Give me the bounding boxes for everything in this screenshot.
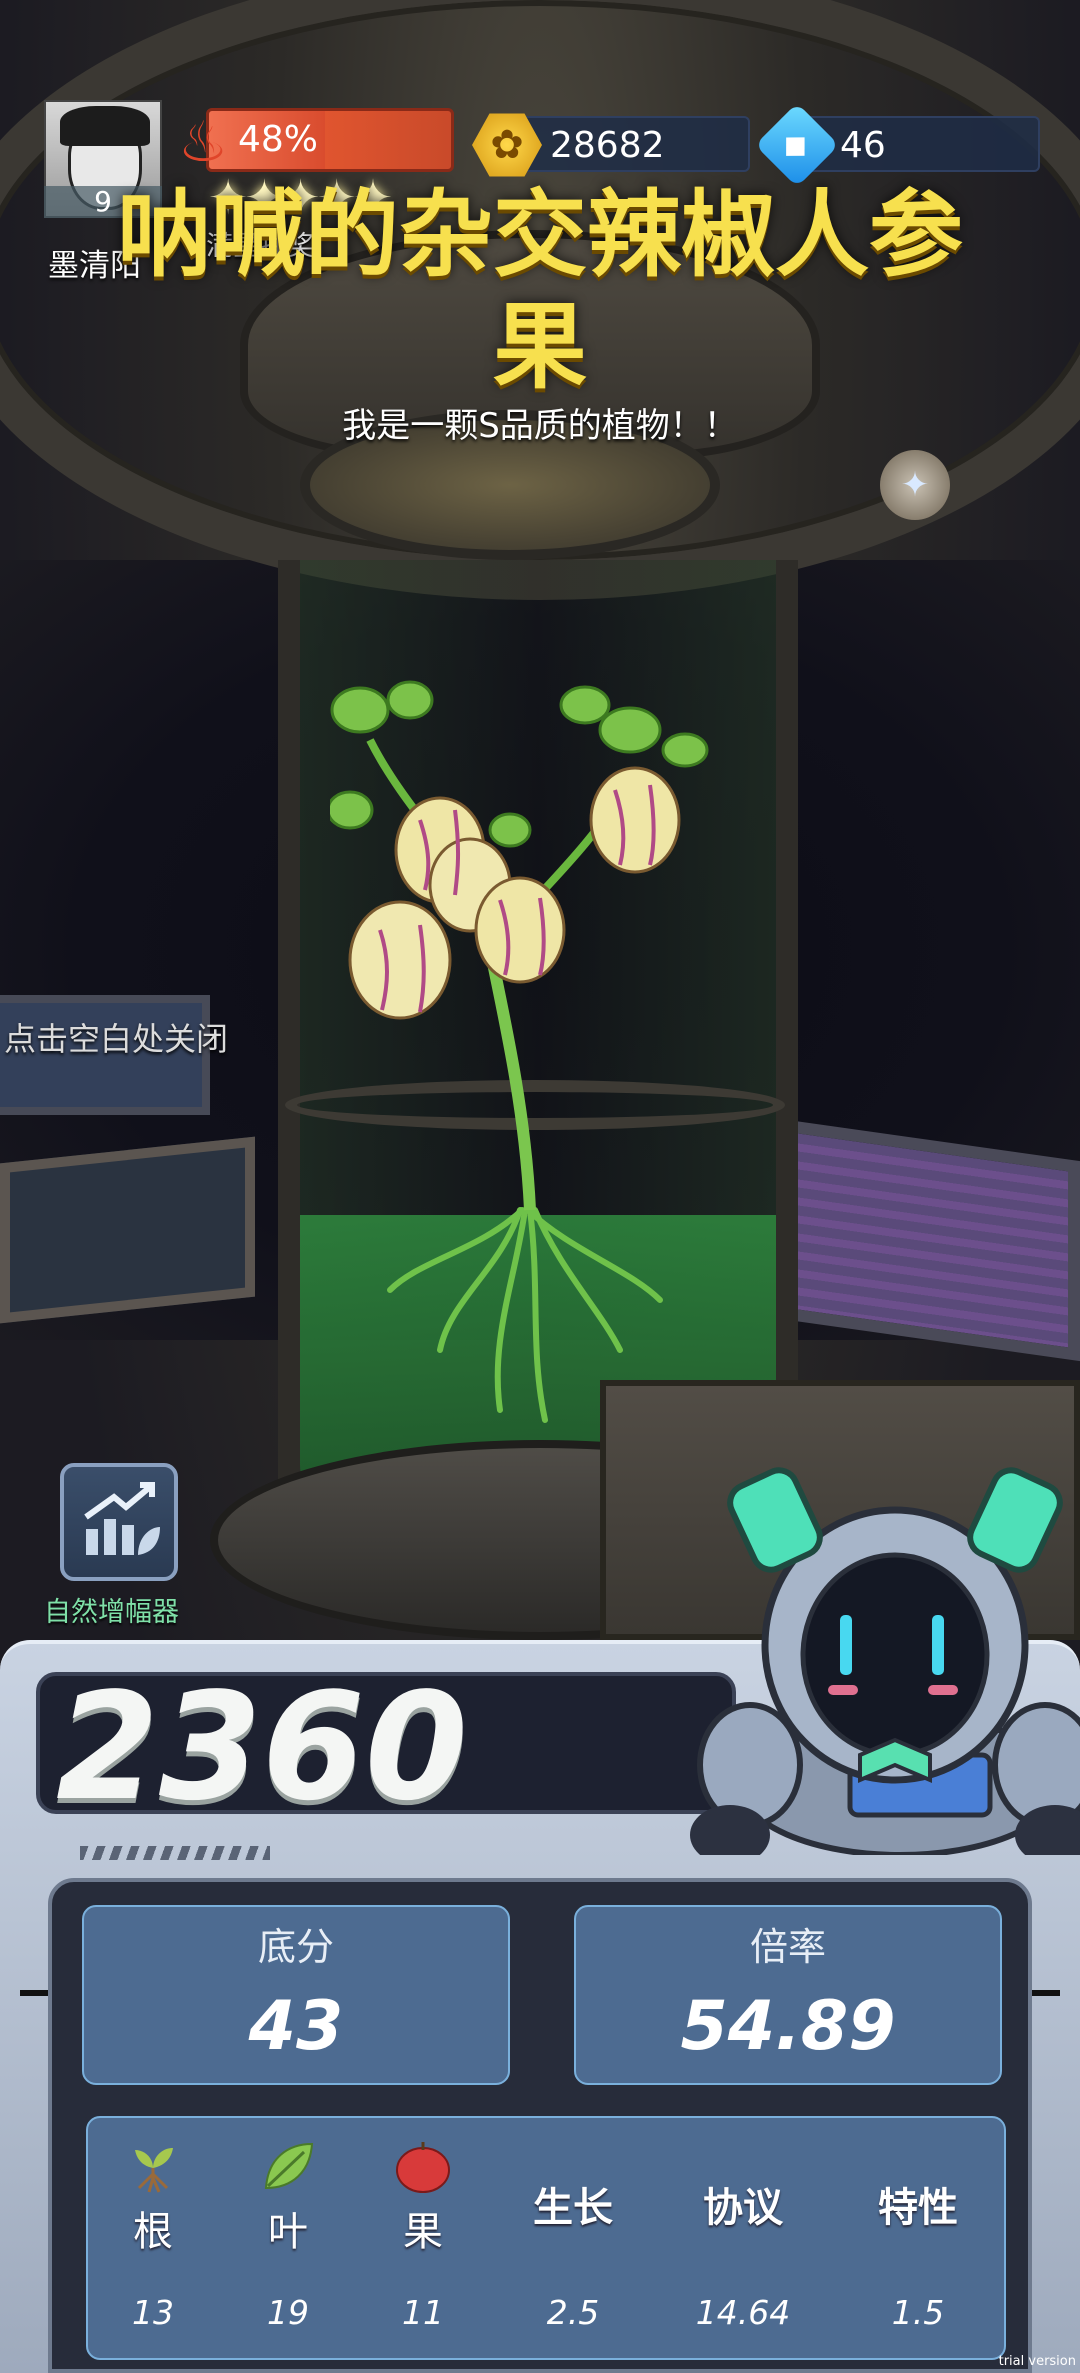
multiplier-card: 倍率 54.89 [574, 1905, 1002, 2085]
attribute-name: 生长 [533, 2185, 613, 2231]
nature-amplifier-label: 自然增幅器 [44, 1597, 179, 1628]
leaf-icon [264, 2142, 314, 2190]
plant-illustration [330, 680, 709, 1423]
gem-amount: 46 [840, 125, 886, 166]
panel-rail-left [20, 1990, 48, 1996]
avatar-hair [60, 106, 150, 146]
robot-mascot [690, 1467, 1080, 1855]
fruit-icon [396, 2142, 450, 2193]
attribute-value: 2.5 [546, 2293, 600, 2332]
attribute-name: 根 [133, 2209, 173, 2255]
attribute-fruit: 果 11 [358, 2118, 488, 2362]
attribute-leaf: 叶 19 [218, 2118, 358, 2362]
root-icon [135, 2148, 173, 2193]
close-hint: 点击空白处关闭 [4, 1020, 229, 1058]
right-monitor [780, 1118, 1080, 1362]
attribute-value: 13 [132, 2293, 174, 2332]
base-score-card: 底分 43 [82, 1905, 510, 2085]
gold-resource[interactable]: ✿ 28682 [472, 113, 750, 177]
nature-amplifier-button[interactable] [60, 1463, 178, 1581]
attribute-name: 叶 [268, 2209, 308, 2255]
fire-icon: ♨ [178, 110, 229, 175]
energy-percent: 48% [238, 119, 319, 160]
plant-fruits [348, 766, 681, 1020]
attribute-trait: 特性 1.5 [828, 2118, 1008, 2362]
gem-resource[interactable]: ◆ 46 [754, 102, 1040, 188]
attribute-value: 14.64 [695, 2293, 791, 2332]
attribute-root: 根 13 [88, 2118, 218, 2362]
attribute-value: 1.5 [891, 2293, 945, 2332]
base-score-value: 43 [248, 1987, 344, 2066]
gold-amount: 28682 [550, 125, 665, 166]
left-monitor [0, 1136, 255, 1324]
base-score-label: 底分 [257, 1925, 334, 1969]
attribute-value: 19 [267, 2293, 309, 2332]
star-badge-icon[interactable]: ✦ [880, 450, 950, 520]
plant-title: 呐喊的杂交辣椒人参果 [116, 181, 963, 402]
attribute-protocol: 协议 14.64 [658, 2118, 828, 2362]
growth-chart-icon [84, 1482, 160, 1555]
attribute-name: 果 [403, 2209, 443, 2255]
total-score: 2360 [56, 1661, 468, 1833]
attribute-value: 11 [402, 2293, 444, 2332]
plant-quality-text: 我是一颗S品质的植物！！ [342, 406, 738, 446]
panel-rail-right [1032, 1990, 1060, 1996]
attribute-name: 特性 [878, 2185, 958, 2231]
plant-roots [387, 1207, 663, 1423]
attributes-card: 根 13 叶 19 果 11 生长 2.5 协议 14.64 特性 1.5 [86, 2116, 1006, 2360]
multiplier-label: 倍率 [749, 1925, 826, 1969]
attribute-growth: 生长 2.5 [488, 2118, 658, 2362]
panel-stripes [80, 1846, 270, 1860]
attribute-name: 协议 [703, 2185, 783, 2231]
trial-watermark: trial version [998, 2354, 1076, 2369]
multiplier-value: 54.89 [680, 1987, 896, 2066]
